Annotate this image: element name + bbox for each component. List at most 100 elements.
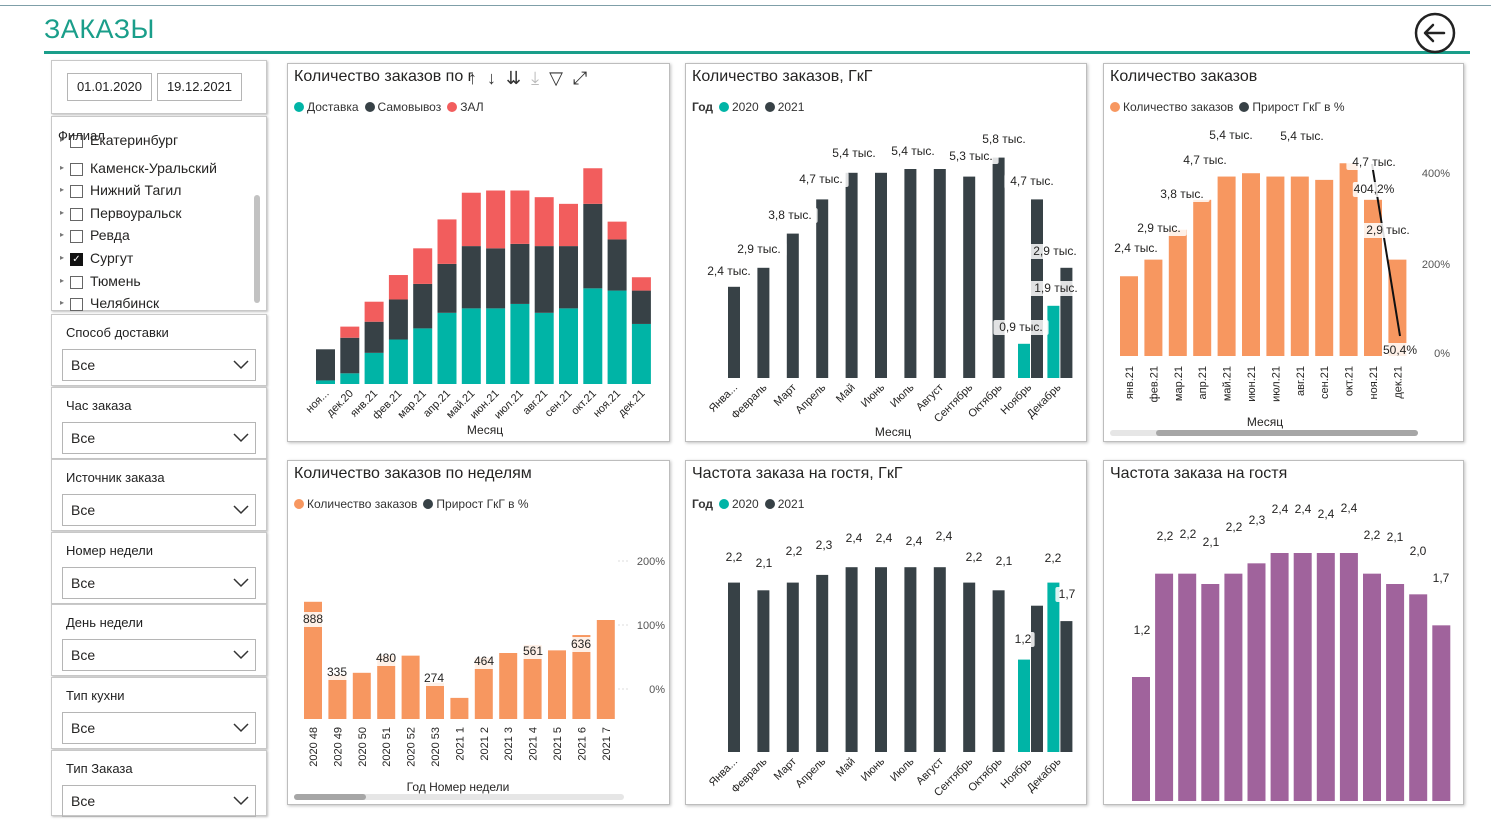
expand-icon[interactable]: ▸ (60, 298, 64, 307)
orders-by-month-card: Количество заказов по г ↑ ↓ ⇊ ⤓ ▽ ⤢ Доставка С… (287, 63, 670, 442)
data-label: 4,7 тыс. (1183, 153, 1226, 167)
checkbox[interactable]: ✓ (70, 253, 83, 266)
date-to-input[interactable]: 19.12.2021 (157, 73, 242, 101)
expand-icon[interactable]: ▸ (60, 276, 64, 285)
filial-item[interactable]: ▸ Нижний Тагил (52, 181, 252, 203)
expand-icon[interactable]: ▸ (60, 253, 64, 262)
expand-icon[interactable]: ▸ (60, 208, 64, 217)
filial-item[interactable]: ▸ Ревда (52, 226, 252, 248)
bar (1242, 173, 1260, 356)
y2-tick-label: 0% (649, 684, 665, 696)
checkbox[interactable] (70, 275, 83, 289)
dropdown-slicer: Час заказа Все (51, 387, 267, 459)
scroll-thumb[interactable] (1156, 430, 1418, 436)
scroll-thumb[interactable] (294, 794, 366, 800)
bar-segment (388, 275, 408, 300)
dropdown-value: Все (71, 647, 96, 663)
data-label: 2,2 (726, 550, 743, 564)
bar-segment (486, 248, 506, 309)
expand-icon[interactable]: ▸ (60, 230, 64, 239)
filial-item[interactable]: ▸ Челябинск (52, 294, 252, 311)
data-label: 2,2 (1180, 527, 1197, 541)
dropdown-value: Все (71, 430, 96, 446)
bar-segment (486, 308, 506, 384)
x-tick-label: дек.21 (1392, 366, 1404, 399)
data-label: 5,4 тыс. (832, 146, 875, 160)
data-label: 1,7 (1433, 571, 1450, 585)
bar-2021 (816, 574, 829, 752)
filial-item[interactable]: ▸ Тюмень (52, 272, 252, 294)
data-label: 2,9 тыс. (737, 242, 780, 256)
x-tick-label: май.21 (1252, 803, 1285, 804)
data-label: 1,9 тыс. (1034, 281, 1077, 295)
data-label: 2,4 (1272, 502, 1289, 516)
bar-2021 (875, 567, 887, 752)
dropdown-slicer: Источник заказа Все (51, 459, 267, 531)
dropdown-select[interactable]: Все (62, 494, 256, 526)
checkbox[interactable] (70, 207, 83, 221)
filial-scrollbar[interactable] (254, 195, 260, 303)
x-tick-label: ноя.21 (1392, 803, 1424, 804)
bar (1201, 584, 1220, 801)
bar (1388, 259, 1407, 356)
y2-tick-label: 0% (1434, 348, 1450, 360)
data-label: 2,2 (1045, 551, 1062, 565)
data-label: 4,7 тыс. (799, 172, 842, 186)
bar-2021 (845, 172, 858, 378)
dropdown-select[interactable]: Все (62, 349, 256, 381)
bar-2020 (1047, 305, 1060, 378)
x-tick-label: 2020 48 (308, 727, 320, 767)
data-label: 5,4 тыс. (891, 144, 934, 158)
data-label: 2,4 тыс. (1114, 241, 1157, 255)
dropdown-select[interactable]: Все (62, 785, 256, 817)
data-label: 404,2% (1354, 182, 1395, 196)
bar-segment (607, 239, 627, 291)
horizontal-scrollbar[interactable] (1110, 430, 1418, 436)
dropdown-select[interactable]: Все (62, 567, 256, 599)
checkbox[interactable] (70, 185, 83, 199)
expand-icon[interactable]: ▸ (60, 185, 64, 194)
filial-item-label: Челябинск (90, 295, 160, 311)
horizontal-scrollbar[interactable] (294, 794, 624, 800)
top-border (0, 5, 1491, 6)
bar (1432, 625, 1451, 801)
filial-item[interactable]: ▸ ✓ Сургут (52, 249, 252, 271)
bar (1144, 259, 1163, 356)
filial-item[interactable]: ▸ Первоуральск (52, 204, 252, 226)
dropdown-label: Час заказа (66, 398, 132, 413)
checkbox[interactable] (70, 230, 83, 244)
data-label: 5,4 тыс. (1209, 128, 1252, 142)
checkbox[interactable] (70, 298, 83, 311)
dropdown-value: Все (71, 502, 96, 518)
checkbox[interactable] (70, 162, 83, 176)
data-label: 4,7 тыс. (1010, 174, 1053, 188)
x-tick-label: ноя... (1119, 803, 1147, 804)
dropdown-select[interactable]: Все (62, 712, 256, 744)
data-label: 5,4 тыс. (1280, 129, 1323, 143)
bar-2021 (728, 286, 740, 378)
bar-segment (364, 352, 384, 384)
x-tick-label: сен.21 (1346, 803, 1378, 804)
guest-frequency-yoy-card: Частота заказа на гостя, ГкГ Год 2020 2021… (685, 460, 1087, 805)
x-tick-label: ноя.21 (591, 388, 623, 420)
bar (1178, 573, 1197, 801)
dropdown-slicer: День недели Все (51, 604, 267, 676)
bar-2021 (992, 157, 1005, 378)
bar (1293, 553, 1312, 801)
dropdown-select[interactable]: Все (62, 639, 256, 671)
dropdown-select[interactable]: Все (62, 422, 256, 454)
expand-icon[interactable]: ▸ (60, 163, 64, 172)
data-label: 2,3 (816, 538, 833, 552)
y2-tick-label: 200% (1422, 259, 1450, 271)
x-tick-label: 2020 50 (357, 727, 369, 767)
x-tick-label: Март (772, 756, 799, 783)
data-label: 2,9 тыс. (1137, 221, 1180, 235)
back-arrow-circle-icon[interactable] (1414, 12, 1456, 54)
date-from-input[interactable]: 01.01.2020 (67, 73, 152, 101)
bar-segment (486, 190, 506, 249)
filial-item[interactable]: ▸ Каменск-Уральский (52, 159, 252, 181)
bar (548, 650, 566, 719)
data-label: 1,7 (1059, 587, 1076, 601)
orders-count-card: Количество заказов Количество заказов При… (1103, 63, 1464, 442)
data-label: 335 (327, 665, 347, 679)
